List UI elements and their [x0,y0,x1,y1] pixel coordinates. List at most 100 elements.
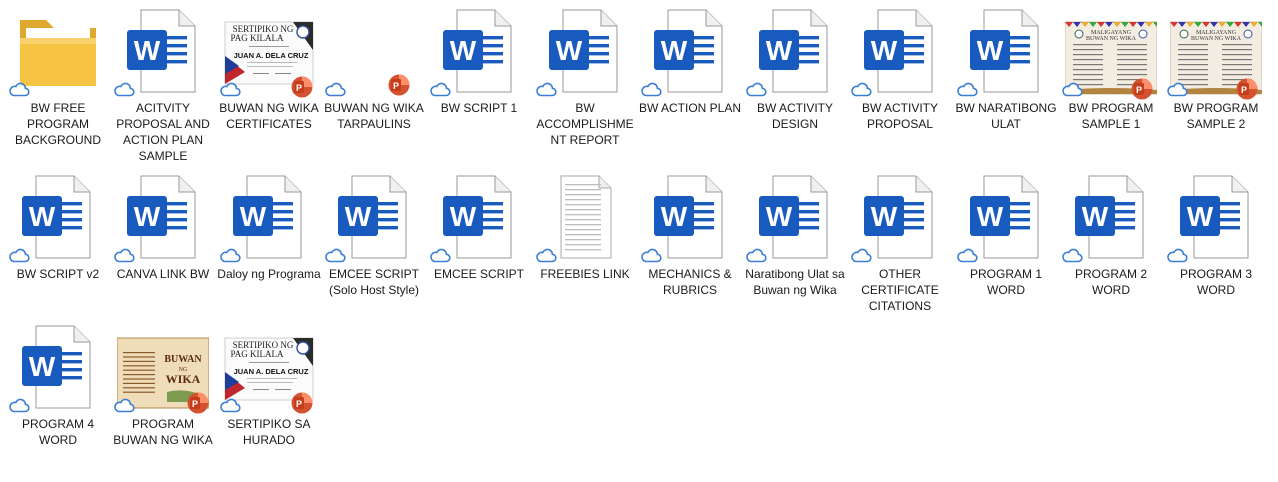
file-item[interactable]: W ACITVITY PROPOSAL AND ACTION PLAN SAMP… [111,6,215,166]
cloud-sync-icon [957,248,978,263]
cloud-sync-icon [325,82,346,97]
file-name: EMCEE SCRIPT [433,267,524,281]
file-item[interactable]: W PROGRAM 1 WORD [954,172,1058,332]
svg-text:W: W [556,35,583,66]
svg-text:W: W [29,351,56,382]
powerpoint-badge-icon: P [1236,78,1258,100]
cert-recipient-name: JUAN A. DELA CRUZ [234,51,309,60]
file-name: MECHANICS & RUBRICS [648,267,732,297]
file-item[interactable]: W PROGRAM 2 WORD [1059,172,1163,332]
file-item[interactable]: W BW ACCOMPLISHMENT REPORT [533,6,637,166]
cloud-sync-icon [746,82,767,97]
svg-text:P: P [1241,85,1247,95]
cloud-sync-icon [430,82,451,97]
file-name: FREEBIES LINK [540,267,630,281]
svg-text:W: W [29,201,56,232]
file-item[interactable]: W OTHER CERTIFICATE CITATIONS [848,172,952,332]
file-item[interactable]: W PROGRAM 3 WORD [1164,172,1268,332]
svg-text:W: W [871,35,898,66]
svg-text:W: W [871,201,898,232]
file-name: PROGRAM 3 WORD [1179,267,1252,297]
svg-text:W: W [977,35,1004,66]
svg-text:P: P [192,399,198,409]
file-name: BW NARATIBONG ULAT [955,101,1057,131]
svg-text:W: W [766,201,793,232]
file-item[interactable]: W EMCEE SCRIPT [427,172,531,332]
file-name: BW PROGRAM SAMPLE 1 [1068,101,1154,131]
svg-text:W: W [240,201,267,232]
file-item[interactable]: SERTIPIKO NG PAG KILALA JUAN A. DELA CRU… [217,322,321,482]
file-name: BW FREE PROGRAM BACKGROUND [14,101,101,147]
file-name: SERTIPIKO SA HURADO [227,417,311,447]
file-item[interactable]: W BW ACTIVITY DESIGN [743,6,847,166]
file-item[interactable]: BUWAN NG WIKA P PROGRAM BUWAN NG WIKA [111,322,215,482]
cloud-sync-icon [1062,248,1083,263]
cloud-sync-icon [1167,82,1188,97]
program-title-line-2: BUWAN NG WIKA [1191,36,1242,42]
file-name: BUWAN NG WIKA TARPAULINS [324,101,424,131]
cloud-sync-icon [641,82,662,97]
file-item[interactable]: W EMCEE SCRIPT (Solo Host Style) [322,172,426,332]
svg-text:W: W [134,35,161,66]
cloud-sync-icon [114,82,135,97]
file-item[interactable]: SERTIPIKO NG PAG KILALA JUAN A. DELA CRU… [217,6,321,166]
svg-text:W: W [1187,201,1214,232]
svg-text:W: W [766,35,793,66]
cloud-sync-icon [114,248,135,263]
cloud-sync-icon [430,248,451,263]
cloud-sync-icon [1062,82,1083,97]
file-name: CANVA LINK BW [116,267,210,281]
file-item[interactable]: W BW SCRIPT v2 [6,172,110,332]
file-name: ACITVITY PROPOSAL AND ACTION PLAN SAMPLE [116,101,210,163]
file-name: BW SCRIPT 1 [440,101,518,115]
svg-text:W: W [1082,201,1109,232]
svg-text:W: W [661,35,688,66]
svg-text:W: W [661,201,688,232]
file-name: Daloy ng Programa [217,267,321,281]
svg-text:P: P [296,399,302,409]
file-item[interactable]: W Naratibong Ulat sa Buwan ng Wika [743,172,847,332]
poster-line-3: WIKA [166,372,201,386]
cloud-sync-icon [9,248,30,263]
powerpoint-badge-icon: P [291,76,313,98]
file-name: OTHER CERTIFICATE CITATIONS [861,267,939,313]
file-name: BW ACTION PLAN [638,101,742,115]
file-item[interactable]: BW FREE PROGRAM BACKGROUND [6,6,110,166]
file-name: BW ACCOMPLISHMENT REPORT [536,101,634,147]
cert-title-line-2: PAG KILALA [231,349,284,359]
file-name: PROGRAM 4 WORD [21,417,94,447]
cloud-sync-icon [957,82,978,97]
cloud-sync-icon [746,248,767,263]
svg-text:W: W [345,201,372,232]
cloud-sync-icon [220,398,241,413]
file-item[interactable]: W BW ACTIVITY PROPOSAL [848,6,952,166]
cloud-sync-icon [851,248,872,263]
file-item[interactable]: W CANVA LINK BW [111,172,215,332]
svg-text:W: W [977,201,1004,232]
file-item[interactable]: MALIGAYANG BUWAN NG WIKA P BW PROGRAM SA… [1164,6,1268,166]
file-name: BW ACTIVITY DESIGN [756,101,833,131]
svg-text:W: W [450,201,477,232]
cloud-sync-icon [220,248,241,263]
file-item[interactable]: W BW NARATIBONG ULAT [954,6,1058,166]
file-item[interactable]: W BW ACTION PLAN [638,6,742,166]
cloud-sync-icon [851,82,872,97]
file-name: BUWAN NG WIKA CERTIFICATES [219,101,319,131]
file-name: BW ACTIVITY PROPOSAL [861,101,938,131]
svg-text:P: P [296,83,302,93]
file-name: PROGRAM BUWAN NG WIKA [113,417,213,447]
file-item[interactable]: MALIGAYANG BUWAN NG WIKA P BW PROGRAM SA… [1059,6,1163,166]
svg-text:W: W [134,201,161,232]
file-item[interactable]: FREEBIES LINK [533,172,637,332]
powerpoint-badge-icon: P [187,392,209,414]
file-item[interactable]: W Daloy ng Programa [217,172,321,332]
powerpoint-badge-icon: P [388,74,410,96]
file-item[interactable]: P BUWAN NG WIKA TARPAULINS [322,6,426,166]
file-item[interactable]: W PROGRAM 4 WORD [6,322,110,482]
svg-text:P: P [1136,85,1142,95]
cloud-sync-icon [114,398,135,413]
file-name: PROGRAM 1 WORD [969,267,1042,297]
cloud-sync-icon [325,248,346,263]
file-item[interactable]: W MECHANICS & RUBRICS [638,172,742,332]
file-item[interactable]: W BW SCRIPT 1 [427,6,531,166]
